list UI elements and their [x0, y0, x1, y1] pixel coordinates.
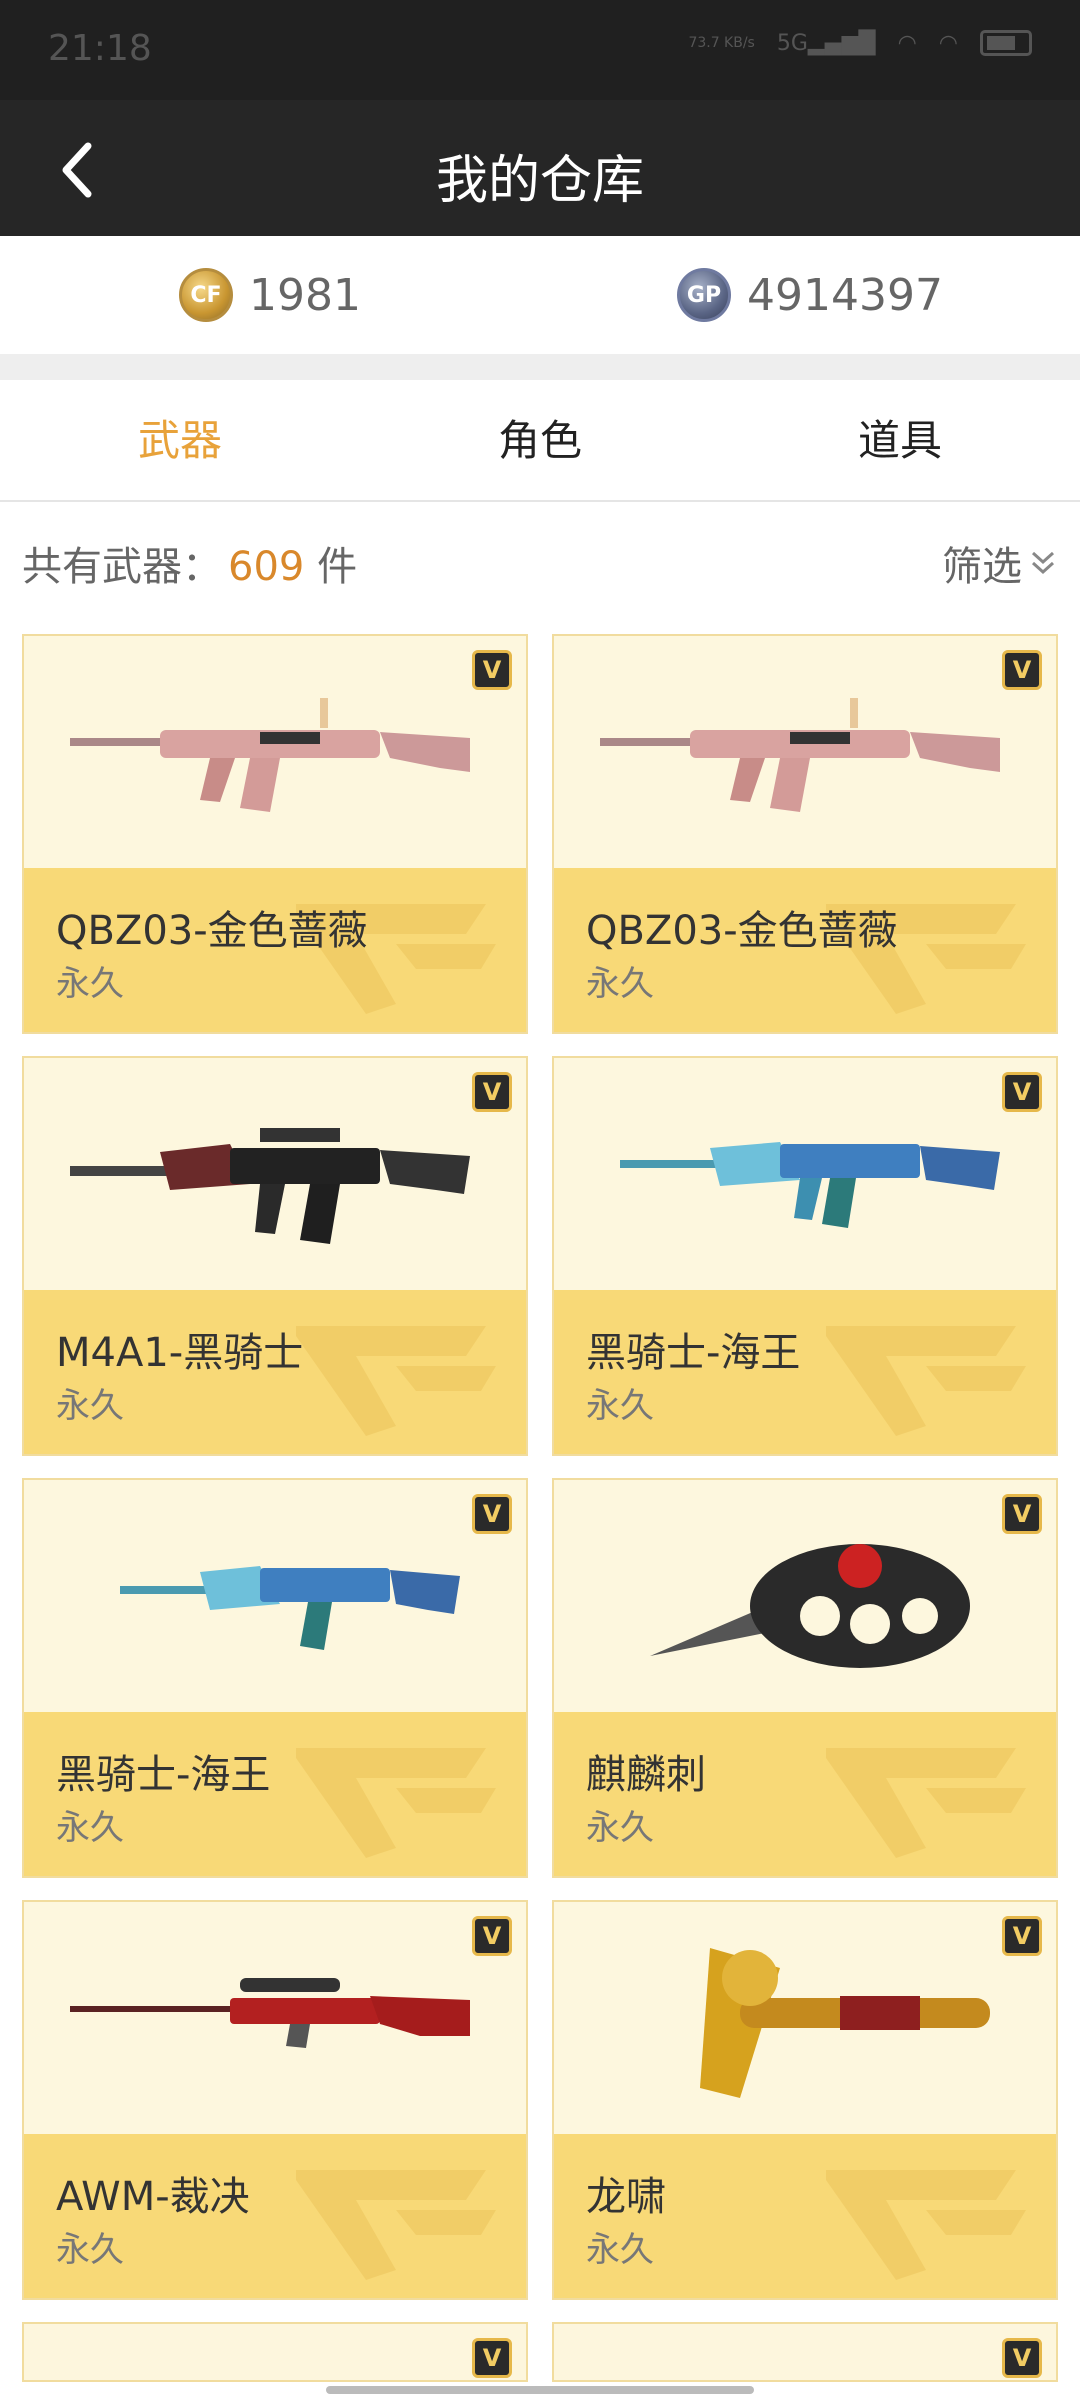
weapon-duration: 永久 — [56, 964, 124, 1004]
gp-balance-value: 4914397 — [747, 269, 943, 321]
weapon-duration: 永久 — [56, 1808, 124, 1848]
weapon-name: 麒麟刺 — [586, 1752, 706, 1798]
weapon-image-area: V — [24, 1058, 526, 1290]
cf-watermark-icon — [296, 2170, 496, 2280]
filter-label: 筛选 — [942, 544, 1022, 590]
weapon-card-partial[interactable]: V — [552, 2322, 1058, 2382]
weapon-grid: V QBZ03-金色蔷薇 永久 V QBZ03-金色蔷薇 永久 V M4A1-黑… — [22, 634, 1058, 2382]
cf-watermark-icon — [296, 1748, 496, 1858]
vip-badge-icon: V — [472, 2338, 512, 2378]
weapon-card[interactable]: V 麒麟刺 永久 — [552, 1478, 1058, 1878]
vip-badge-icon: V — [1002, 1494, 1042, 1534]
weapon-info: QBZ03-金色蔷薇 永久 — [554, 868, 1056, 1032]
rifle-black-image — [70, 1128, 470, 1244]
weapon-info: AWM-裁决 永久 — [24, 2134, 526, 2298]
nav-bar: 我的仓库 — [0, 100, 1080, 236]
signal-icon: 5G▂▄▆█ — [776, 30, 876, 56]
network-speed: 73.7 KB/s — [688, 34, 755, 51]
category-tabs: 武器 角色 道具 — [0, 380, 1080, 502]
weapon-info: QBZ03-金色蔷薇 永久 — [24, 868, 526, 1032]
weapon-duration: 永久 — [586, 2230, 654, 2270]
gp-balance: GP 4914397 — [540, 236, 1080, 354]
weapon-duration: 永久 — [586, 964, 654, 1004]
battery-icon — [980, 30, 1032, 56]
double-chevron-down-icon — [1031, 551, 1055, 575]
rifle-pink-image — [600, 698, 1000, 812]
weapon-image-area: V — [554, 1480, 1056, 1712]
summary-prefix: 共有武器： — [22, 544, 222, 590]
vip-badge-icon: V — [1002, 650, 1042, 690]
weapon-card[interactable]: V AWM-裁决 永久 — [22, 1900, 528, 2300]
weapon-name: 黑骑士-海王 — [586, 1330, 801, 1376]
weapon-card-partial[interactable]: V — [22, 2322, 528, 2382]
weapon-image-area: V — [554, 1902, 1056, 2134]
weapon-duration: 永久 — [56, 2230, 124, 2270]
sniper-red-image — [70, 1978, 470, 2048]
vip-badge-icon: V — [1002, 2338, 1042, 2378]
filter-button[interactable]: 筛选 — [942, 534, 1058, 592]
section-divider — [0, 354, 1080, 380]
vip-badge-icon: V — [472, 650, 512, 690]
status-bar: 21:18 73.7 KB/s 5G▂▄▆█ ◠ ◠ — [0, 0, 1080, 100]
cf-watermark-icon — [826, 2170, 1026, 2280]
home-indicator[interactable] — [326, 2386, 754, 2394]
vip-badge-icon: V — [472, 1916, 512, 1956]
vip-badge-icon: V — [472, 1072, 512, 1112]
cf-watermark-icon — [296, 1326, 496, 1436]
vip-badge-icon: V — [1002, 1072, 1042, 1112]
cf-watermark-icon — [826, 1326, 1026, 1436]
cf-balance-value: 1981 — [249, 269, 361, 321]
cf-coin-icon: CF — [179, 268, 233, 322]
weapon-duration: 永久 — [586, 1386, 654, 1426]
vip-badge-icon: V — [1002, 1916, 1042, 1956]
tab-weapons[interactable]: 武器 — [0, 380, 360, 500]
weapon-info: 龙啸 永久 — [554, 2134, 1056, 2298]
cf-watermark-icon — [826, 1748, 1026, 1858]
weapon-name: AWM-裁决 — [56, 2174, 250, 2220]
status-icons: 73.7 KB/s 5G▂▄▆█ ◠ ◠ — [688, 30, 1032, 56]
weapon-name: QBZ03-金色蔷薇 — [56, 908, 368, 954]
weapon-card[interactable]: V QBZ03-金色蔷薇 永久 — [22, 634, 528, 1034]
summary-suffix: 件 — [317, 544, 358, 590]
rifle-blue-image — [620, 1142, 1000, 1228]
vip-badge-icon: V — [472, 1494, 512, 1534]
rifle-pink-image — [70, 698, 470, 812]
weapon-card[interactable]: V M4A1-黑骑士 永久 — [22, 1056, 528, 1456]
currency-bar: CF 1981 GP 4914397 — [0, 236, 1080, 354]
knuckle-knife-image — [650, 1544, 970, 1668]
weapon-duration: 永久 — [586, 1808, 654, 1848]
rifle-blue-image — [120, 1566, 460, 1650]
inventory-summary: 共有武器： 609 件 筛选 — [22, 534, 1058, 590]
weapon-image-area: V — [24, 1902, 526, 2134]
page-title: 我的仓库 — [435, 151, 644, 211]
weapon-card[interactable]: V QBZ03-金色蔷薇 永久 — [552, 634, 1058, 1034]
wifi-icon: ◠ — [897, 30, 917, 56]
weapon-name: 龙啸 — [586, 2174, 666, 2220]
wifi-icon-2: ◠ — [938, 30, 958, 56]
weapon-name: QBZ03-金色蔷薇 — [586, 908, 898, 954]
weapon-image-area: V — [24, 636, 526, 868]
weapon-card[interactable]: V 黑骑士-海王 永久 — [552, 1056, 1058, 1456]
weapon-image-area: V — [554, 636, 1056, 868]
weapon-info: 黑骑士-海王 永久 — [24, 1712, 526, 1876]
weapon-count: 609 — [228, 544, 305, 590]
status-time: 21:18 — [48, 28, 152, 69]
gp-coin-icon: GP — [677, 268, 732, 322]
cf-balance: CF 1981 — [0, 236, 540, 354]
weapon-card[interactable]: V 黑骑士-海王 永久 — [22, 1478, 528, 1878]
weapon-info: 黑骑士-海王 永久 — [554, 1290, 1056, 1454]
weapon-duration: 永久 — [56, 1386, 124, 1426]
weapon-name: M4A1-黑骑士 — [56, 1330, 304, 1376]
tab-characters[interactable]: 角色 — [360, 380, 720, 500]
weapon-image-area: V — [554, 1058, 1056, 1290]
weapon-image-area: V — [24, 1480, 526, 1712]
tab-items[interactable]: 道具 — [720, 380, 1080, 500]
axe-gold-image — [700, 1948, 990, 2098]
weapon-info: M4A1-黑骑士 永久 — [24, 1290, 526, 1454]
weapon-info: 麒麟刺 永久 — [554, 1712, 1056, 1876]
weapon-name: 黑骑士-海王 — [56, 1752, 271, 1798]
weapon-card[interactable]: V 龙啸 永久 — [552, 1900, 1058, 2300]
